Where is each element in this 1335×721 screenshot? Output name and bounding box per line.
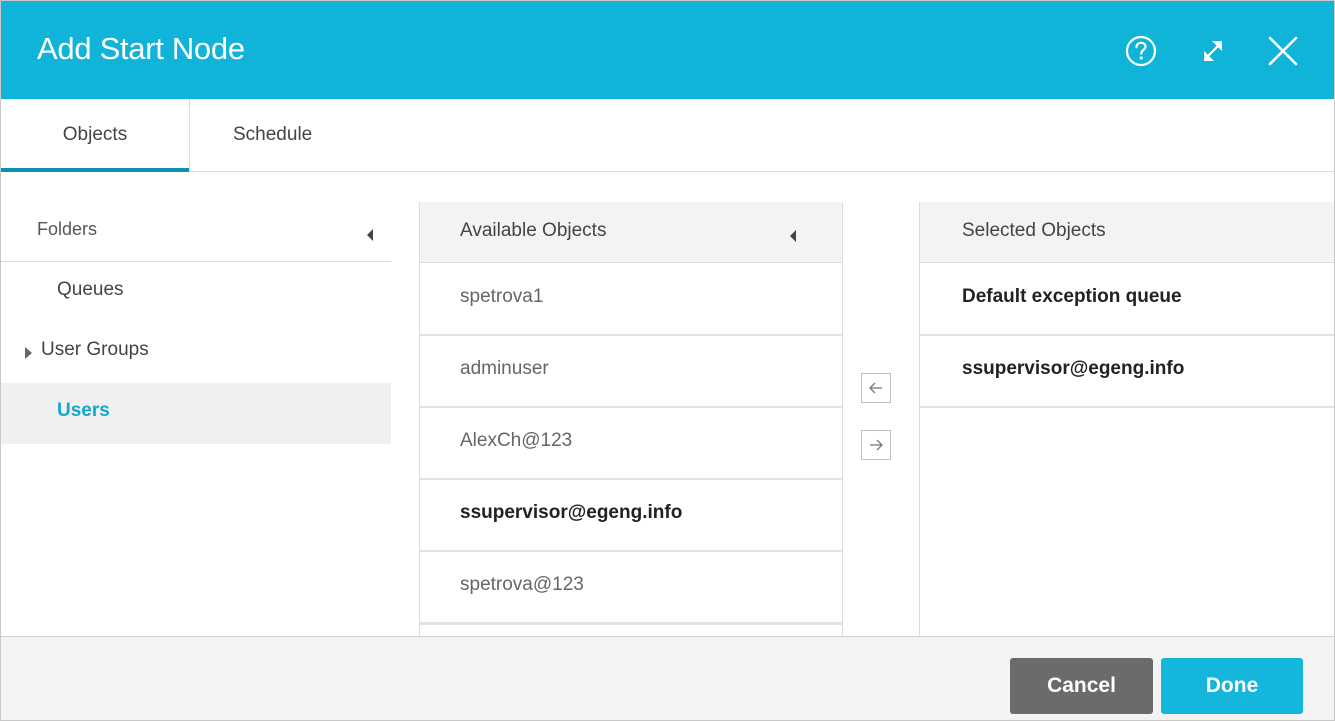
active-tab-indicator (1, 168, 189, 172)
object-label: spetrova@123 (460, 574, 584, 595)
available-objects-header: Available Objects (420, 202, 842, 263)
available-object-row[interactable]: AlexCh@123 (420, 407, 842, 480)
folders-panel: Folders Queues User Groups Users (1, 204, 391, 638)
add-selected-button[interactable] (861, 430, 891, 460)
remove-selected-button[interactable] (861, 373, 891, 403)
folder-item-label: User Groups (41, 339, 149, 360)
arrow-left-icon (869, 382, 882, 394)
done-button[interactable]: Done (1161, 658, 1303, 714)
tab-bar: Objects Schedule (1, 99, 1334, 172)
available-object-row[interactable]: spetrova1 (420, 263, 842, 336)
available-object-row[interactable]: adminuser (420, 335, 842, 408)
object-label: AlexCh@123 (460, 430, 573, 451)
add-start-node-dialog: Add Start Node Objects Schedule Folders … (0, 0, 1335, 721)
cancel-button[interactable]: Cancel (1010, 658, 1153, 714)
selected-object-row[interactable]: Default exception queue (920, 263, 1334, 336)
selected-objects-panel: Selected Objects Default exception queue… (919, 202, 1334, 636)
selected-objects-title: Selected Objects (962, 220, 1106, 241)
expand-icon[interactable] (1193, 31, 1233, 71)
tab-objects-label: Objects (62, 124, 128, 145)
folders-header: Folders (1, 204, 391, 262)
available-object-row[interactable]: spetrova@123 (420, 551, 842, 624)
dialog-footer: Cancel Done (1, 636, 1334, 720)
help-icon[interactable] (1121, 31, 1161, 71)
tab-objects[interactable]: Objects (1, 99, 190, 172)
object-label: ssupervisor@egeng.info (962, 358, 1185, 379)
folder-item-label: Users (57, 400, 110, 421)
tab-schedule-label: Schedule (233, 124, 313, 145)
object-label: adminuser (460, 358, 549, 379)
folder-item-user-groups[interactable]: User Groups (1, 322, 391, 382)
selected-objects-header: Selected Objects (920, 202, 1334, 263)
available-objects-title: Available Objects (460, 220, 607, 241)
folder-item-queues[interactable]: Queues (1, 262, 391, 322)
folders-title: Folders (37, 219, 98, 239)
folder-item-label: Queues (57, 279, 124, 300)
close-icon[interactable] (1263, 31, 1303, 71)
available-object-row-partial[interactable] (420, 623, 842, 636)
dialog-header: Add Start Node (1, 1, 1334, 99)
collapse-available-icon[interactable] (790, 230, 796, 242)
selected-object-row[interactable]: ssupervisor@egeng.info (920, 335, 1334, 408)
expand-caret-icon[interactable] (25, 347, 32, 359)
available-objects-panel: Available Objects spetrova1 adminuser Al… (419, 202, 843, 636)
object-label: Default exception queue (962, 286, 1182, 307)
arrow-right-icon (870, 439, 883, 451)
available-object-row[interactable]: ssupervisor@egeng.info (420, 479, 842, 552)
object-label: spetrova1 (460, 286, 544, 307)
tab-schedule[interactable]: Schedule (233, 99, 312, 171)
collapse-folders-icon[interactable] (367, 229, 373, 241)
object-label: ssupervisor@egeng.info (460, 502, 683, 523)
folder-item-users[interactable]: Users (1, 383, 391, 444)
dialog-title: Add Start Node (37, 31, 245, 66)
